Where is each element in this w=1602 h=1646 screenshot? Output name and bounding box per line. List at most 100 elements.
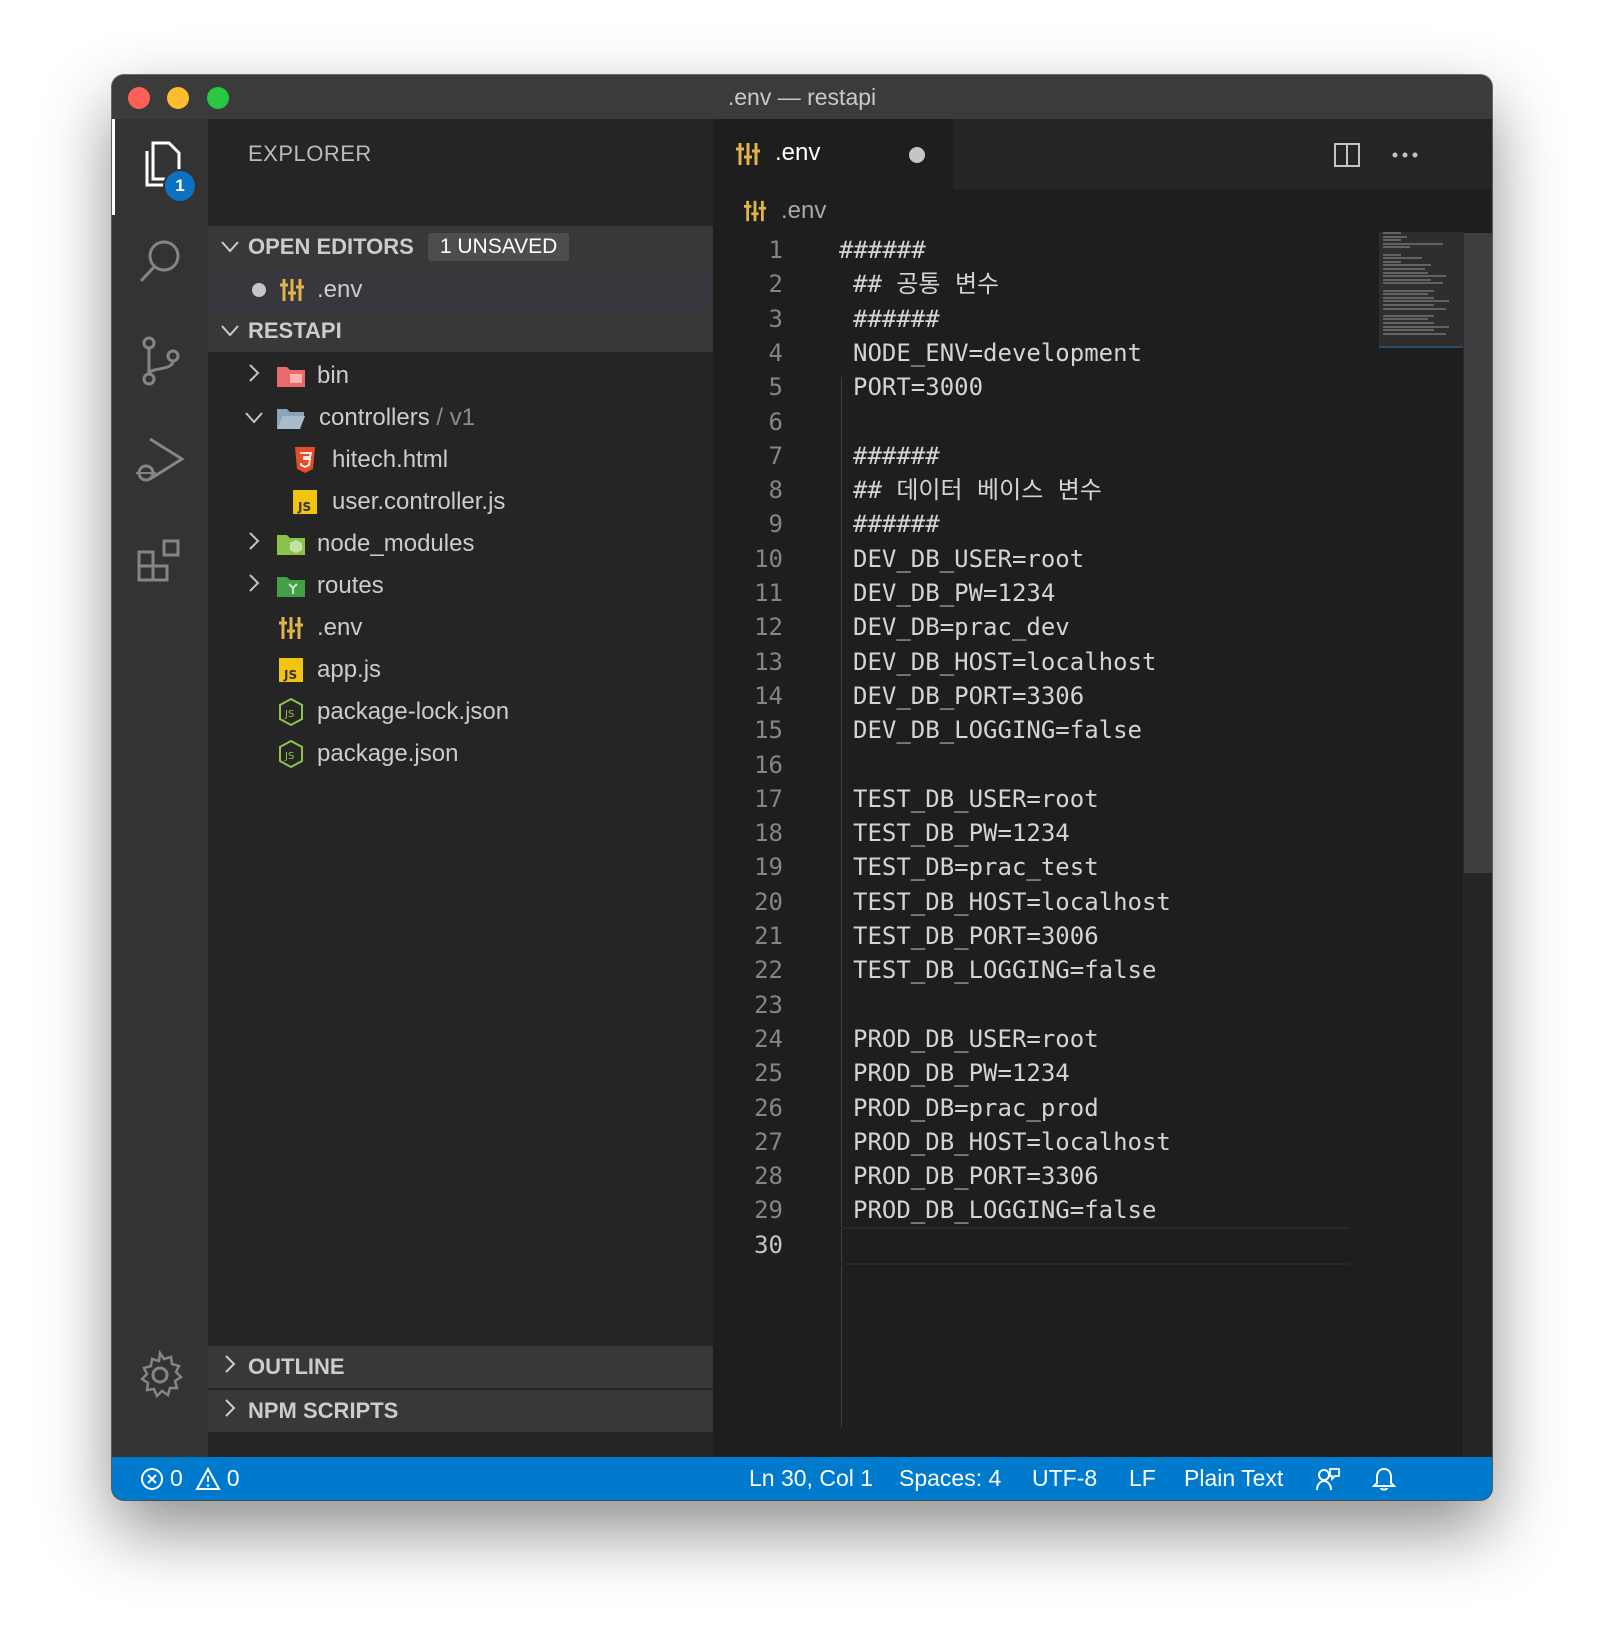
tree-item-package-json[interactable]: JS package.json bbox=[208, 732, 713, 776]
extensions-button[interactable] bbox=[112, 515, 208, 611]
tree-item-label: .env bbox=[317, 614, 363, 641]
search-button[interactable] bbox=[112, 215, 208, 311]
line-number: 26 bbox=[754, 1093, 783, 1122]
tree-item-app-js[interactable]: JS app.js bbox=[208, 648, 713, 692]
indentation-status[interactable]: Spaces: 4 bbox=[899, 1457, 1001, 1500]
notifications-button[interactable] bbox=[1372, 1457, 1396, 1500]
error-icon bbox=[140, 1467, 164, 1491]
minimap-line bbox=[1383, 300, 1449, 303]
code-line[interactable]: 25 PROD_DB_PW=1234 bbox=[713, 1055, 1373, 1091]
open-editors-header[interactable]: OPEN EDITORS 1 UNSAVED bbox=[208, 226, 713, 268]
open-editor-item[interactable]: .env bbox=[208, 268, 713, 312]
javascript-icon: JS bbox=[276, 655, 306, 685]
npm-scripts-header[interactable]: NPM SCRIPTS bbox=[208, 1390, 713, 1432]
code-line[interactable]: 16 bbox=[713, 747, 1373, 783]
code-line[interactable]: 18 TEST_DB_PW=1234 bbox=[713, 815, 1373, 851]
code-line[interactable]: 20 TEST_DB_HOST=localhost bbox=[713, 884, 1373, 920]
activity-bar: 1 bbox=[112, 119, 208, 1457]
code-line[interactable]: 5 PORT=3000 bbox=[713, 369, 1373, 405]
code-line[interactable]: 14 DEV_DB_PORT=3306 bbox=[713, 678, 1373, 714]
tree-item-user-controller-js[interactable]: JS user.controller.js bbox=[208, 480, 713, 524]
svg-text:JS: JS bbox=[283, 668, 297, 682]
code-line[interactable]: 22 TEST_DB_LOGGING=false bbox=[713, 952, 1373, 988]
tree-item-label: hitech.html bbox=[332, 446, 449, 473]
minimap[interactable] bbox=[1383, 232, 1463, 352]
explorer-button[interactable]: 1 bbox=[112, 119, 211, 215]
tree-item-routes[interactable]: routes bbox=[208, 564, 713, 608]
code-line[interactable]: 13 DEV_DB_HOST=localhost bbox=[713, 644, 1373, 680]
line-number: 4 bbox=[768, 338, 783, 367]
manage-button[interactable] bbox=[112, 1329, 208, 1425]
outline-header[interactable]: OUTLINE bbox=[208, 1346, 713, 1388]
line-number: 12 bbox=[754, 613, 783, 642]
line-number: 7 bbox=[768, 441, 783, 470]
code-line[interactable]: 28 PROD_DB_PORT=3306 bbox=[713, 1158, 1373, 1194]
code-line[interactable]: 3 ###### bbox=[713, 301, 1373, 337]
line-text: PROD_DB_PW=1234 bbox=[853, 1059, 1070, 1088]
feedback-icon bbox=[1315, 1466, 1341, 1492]
code-line[interactable]: 10 DEV_DB_USER=root bbox=[713, 541, 1373, 577]
code-line[interactable]: 29 PROD_DB_LOGGING=false bbox=[713, 1192, 1373, 1228]
unsaved-dot-icon[interactable] bbox=[909, 147, 925, 163]
language-mode[interactable]: Plain Text bbox=[1184, 1457, 1283, 1500]
restapi-header[interactable]: RESTAPI bbox=[208, 310, 713, 352]
code-line[interactable]: 30 bbox=[713, 1226, 1373, 1265]
code-line[interactable]: 27 PROD_DB_HOST=localhost bbox=[713, 1124, 1373, 1160]
code-line[interactable]: 26 PROD_DB=prac_prod bbox=[713, 1090, 1373, 1126]
tab-env[interactable]: .env bbox=[713, 119, 953, 189]
feedback-button[interactable] bbox=[1315, 1457, 1341, 1500]
status-bar: 0 0 Ln 30, Col 1 Spaces: 4 UTF-8 LF Plai… bbox=[112, 1457, 1492, 1500]
code-line[interactable]: 7 ###### bbox=[713, 438, 1373, 474]
code-line[interactable]: 6 bbox=[713, 404, 1373, 440]
code-line[interactable]: 1 ###### bbox=[713, 232, 1373, 268]
title-bar: .env — restapi bbox=[112, 75, 1492, 119]
code-line[interactable]: 21 TEST_DB_PORT=3006 bbox=[713, 918, 1373, 954]
encoding-status[interactable]: UTF-8 bbox=[1032, 1457, 1097, 1500]
code-line[interactable]: 12 DEV_DB=prac_dev bbox=[713, 609, 1373, 645]
more-actions-icon[interactable] bbox=[1390, 141, 1420, 174]
chevron-down-icon bbox=[242, 405, 266, 431]
run-debug-button[interactable] bbox=[112, 415, 208, 511]
tree-item-controllers[interactable]: controllers / v1 bbox=[208, 396, 713, 440]
code-line[interactable]: 19 TEST_DB=prac_test bbox=[713, 849, 1373, 885]
line-text: ###### bbox=[853, 510, 940, 539]
code-line[interactable]: 23 bbox=[713, 987, 1373, 1023]
code-line[interactable]: 2 ## 공통 변수 bbox=[713, 266, 1373, 302]
line-number: 27 bbox=[754, 1127, 783, 1156]
code-line[interactable]: 9 ###### bbox=[713, 506, 1373, 542]
code-line[interactable]: 11 DEV_DB_PW=1234 bbox=[713, 575, 1373, 611]
code-line[interactable]: 15 DEV_DB_LOGGING=false bbox=[713, 712, 1373, 748]
line-number: 2 bbox=[768, 270, 783, 299]
breadcrumb[interactable]: .env bbox=[743, 189, 826, 233]
eol-status[interactable]: LF bbox=[1129, 1457, 1156, 1500]
nodejs-icon: JS bbox=[276, 697, 306, 727]
tree-item-hitech-html[interactable]: hitech.html bbox=[208, 438, 713, 482]
code-line[interactable]: 8 ## 데이터 베이스 변수 bbox=[713, 472, 1373, 508]
svg-text:JS: JS bbox=[297, 500, 311, 514]
line-text: TEST_DB_PORT=3006 bbox=[853, 922, 1099, 950]
tree-item-node-modules[interactable]: node_modules bbox=[208, 522, 713, 566]
code-line[interactable]: 17 TEST_DB_USER=root bbox=[713, 781, 1373, 817]
tree-item-env[interactable]: .env bbox=[208, 606, 713, 650]
minimap-line bbox=[1383, 253, 1401, 256]
code-line[interactable]: 4 NODE_ENV=development bbox=[713, 335, 1373, 371]
cursor-position[interactable]: Ln 30, Col 1 bbox=[749, 1457, 873, 1500]
minimap-line bbox=[1383, 246, 1410, 249]
source-control-button[interactable] bbox=[112, 315, 208, 411]
code-line[interactable]: 24 PROD_DB_USER=root bbox=[713, 1021, 1373, 1057]
line-text: ## 공통 변수 bbox=[853, 270, 1000, 299]
tree-item-package-lock-json[interactable]: JS package-lock.json bbox=[208, 690, 713, 734]
tree-item-bin[interactable]: bin bbox=[208, 354, 713, 398]
vertical-scrollbar-thumb[interactable] bbox=[1464, 233, 1492, 873]
minimap-line bbox=[1383, 307, 1446, 310]
line-number: 18 bbox=[754, 819, 783, 848]
line-number: 28 bbox=[754, 1162, 783, 1191]
line-text: ###### bbox=[839, 236, 926, 264]
minimap-line bbox=[1383, 232, 1401, 234]
problems-indicator[interactable]: 0 0 bbox=[140, 1457, 240, 1500]
warning-icon bbox=[195, 1466, 221, 1491]
minimap-line bbox=[1383, 329, 1434, 332]
current-line-highlight bbox=[841, 1226, 1349, 1265]
split-editor-icon[interactable] bbox=[1333, 141, 1361, 174]
line-text: PROD_DB_USER=root bbox=[853, 1024, 1099, 1053]
